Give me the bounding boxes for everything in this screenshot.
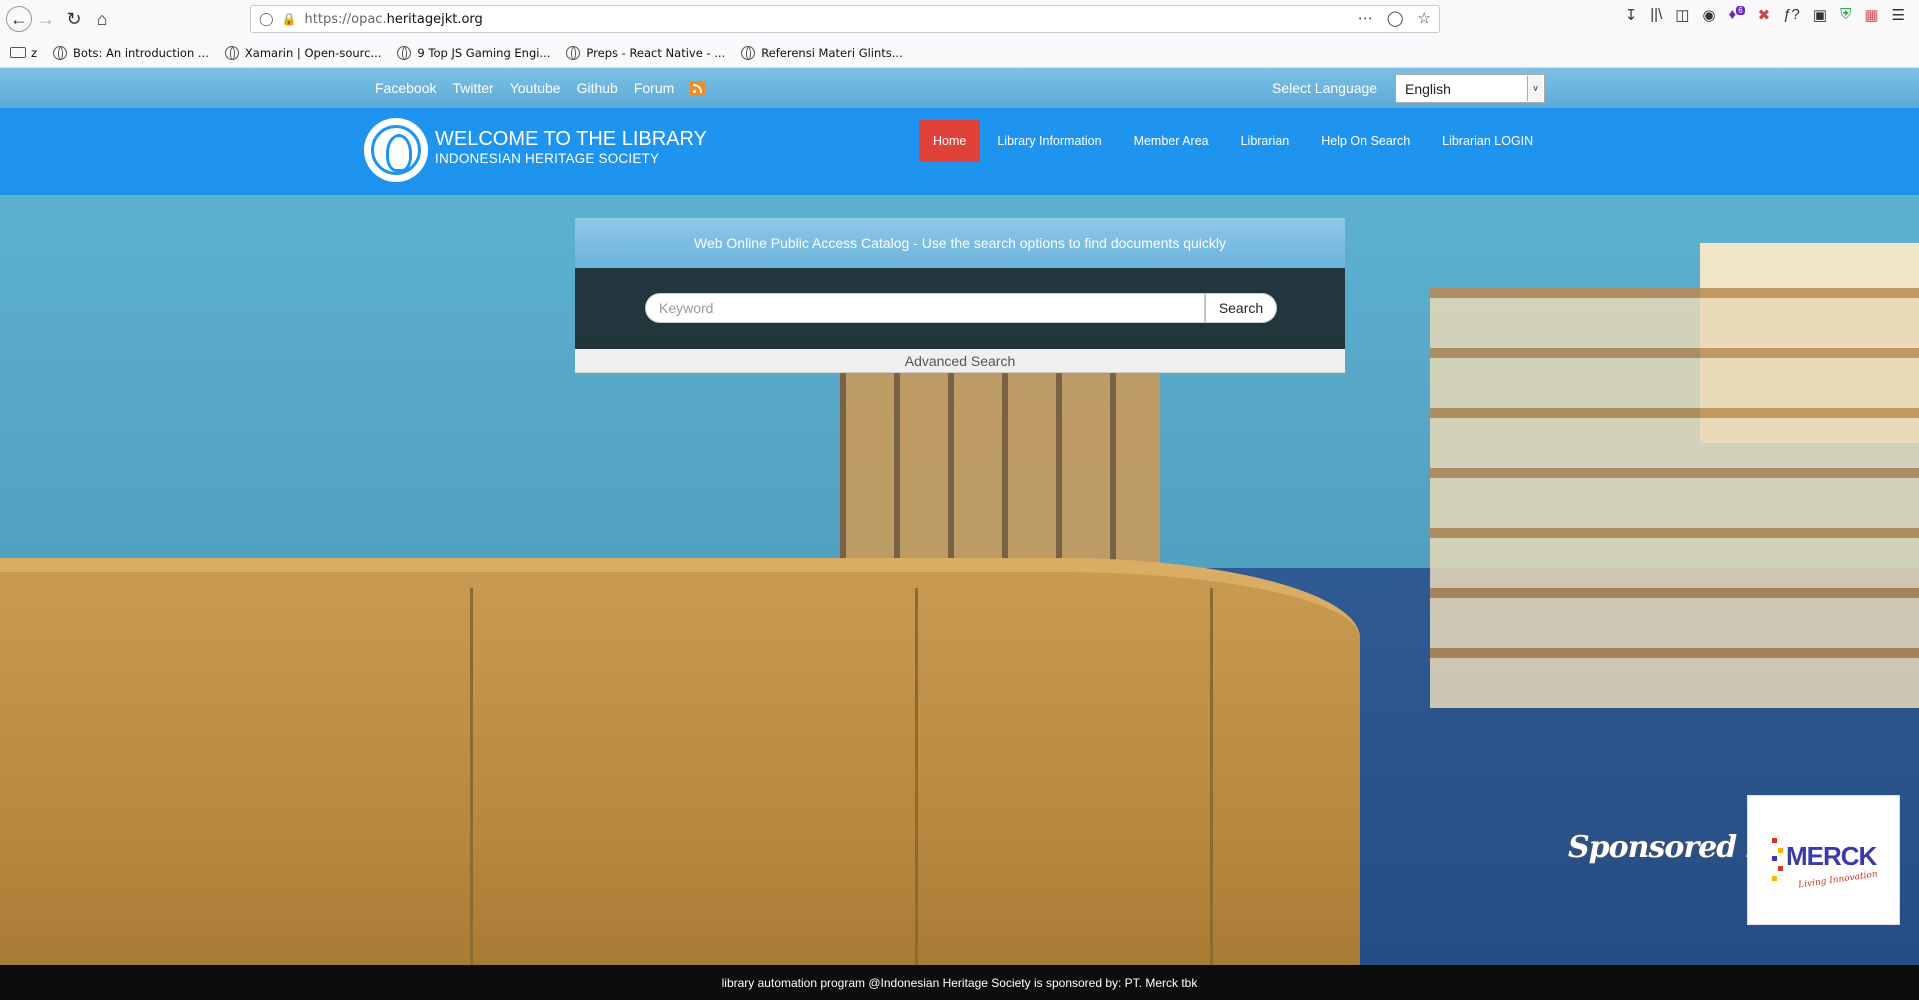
library-icon[interactable]: ||\	[1650, 6, 1662, 24]
globe-icon	[397, 45, 412, 60]
bookmark-item[interactable]: Preps - React Native - ...	[566, 45, 726, 60]
bookmark-label: Referensi Materi Glints...	[761, 45, 903, 60]
bookmark-label: 9 Top JS Gaming Engi...	[417, 45, 551, 60]
background-bookshelf	[1430, 288, 1919, 708]
desk-panel	[915, 588, 918, 968]
main-menu: Home Library Information Member Area Lib…	[919, 120, 1550, 162]
formula-icon[interactable]: ƒ?	[1783, 6, 1800, 24]
site-subtitle: INDONESIAN HERITAGE SOCIETY	[435, 151, 660, 166]
pocket-icon[interactable]: ◯	[1387, 9, 1404, 27]
catalog-heading: Web Online Public Access Catalog - Use t…	[575, 218, 1345, 268]
url-prefix: https://opac.	[304, 11, 387, 27]
bookmark-item[interactable]: Xamarin | Open-sourc...	[224, 45, 382, 60]
menu-librarian-login[interactable]: Librarian LOGIN	[1427, 120, 1548, 162]
chevron-down-icon[interactable]: ∨	[1527, 76, 1543, 101]
background-bookshelf	[840, 368, 1160, 588]
menu-home[interactable]: Home	[919, 120, 981, 162]
merck-mark-icon	[1772, 838, 1786, 888]
bookmark-label: Preps - React Native - ...	[586, 45, 726, 60]
page-footer: library automation program @Indonesian H…	[0, 965, 1919, 1000]
account-icon[interactable]: ◉	[1702, 6, 1715, 24]
extension-badge: 6	[1736, 6, 1745, 15]
lotus-emblem-icon	[371, 125, 421, 175]
bookmarks-bar: z Bots: An introduction ... Xamarin | Op…	[0, 38, 1919, 68]
calendar-icon[interactable]: ▦	[1864, 6, 1878, 24]
menu-help-on-search[interactable]: Help On Search	[1306, 120, 1425, 162]
shield-icon[interactable]: ◯	[259, 12, 274, 27]
page: Facebook Twitter Youtube Github Forum Se…	[0, 68, 1919, 1000]
catalog-search-panel: Web Online Public Access Catalog - Use t…	[575, 218, 1345, 373]
browser-toolbar: ← → ↻ ⌂ ◯ 🔒 https://opac.heritagejkt.org…	[0, 0, 1919, 38]
home-icon[interactable]: ⌂	[88, 5, 116, 33]
globe-icon	[566, 45, 581, 60]
desk-panel	[1210, 588, 1213, 968]
language-value: English	[1405, 80, 1451, 97]
merck-logo[interactable]: MERCK Living Innovation	[1747, 795, 1900, 925]
reload-icon[interactable]: ↻	[60, 5, 88, 33]
page-actions-icon[interactable]: ⋯	[1358, 9, 1373, 27]
puzzle-icon[interactable]: ✖	[1758, 6, 1771, 24]
shield-extension-icon[interactable]: ⛨	[1840, 6, 1851, 24]
bookmark-label: Xamarin | Open-sourc...	[244, 45, 382, 60]
url-bar[interactable]: ◯ 🔒 https://opac.heritagejkt.org ⋯ ◯ ☆	[250, 5, 1440, 33]
bookmark-folder-z[interactable]: z	[10, 46, 37, 60]
menu-library-information[interactable]: Library Information	[982, 120, 1116, 162]
language-select[interactable]: English ∨	[1395, 74, 1545, 103]
back-icon[interactable]: ←	[6, 6, 32, 32]
sidebar-icon[interactable]: ◫	[1675, 6, 1689, 24]
menu-librarian[interactable]: Librarian	[1226, 120, 1305, 162]
menu-icon[interactable]: ☰	[1892, 6, 1905, 24]
bookmark-item[interactable]: Referensi Materi Glints...	[741, 45, 903, 60]
site-header: WELCOME TO THE LIBRARY INDONESIAN HERITA…	[0, 108, 1919, 195]
url-text[interactable]: https://opac.heritagejkt.org	[305, 12, 483, 27]
desk-panel	[470, 588, 473, 968]
screenshot-icon[interactable]: ▣	[1813, 6, 1827, 24]
forum-link[interactable]: Forum	[634, 80, 674, 96]
background-desk	[0, 558, 1360, 978]
menu-member-area[interactable]: Member Area	[1119, 120, 1224, 162]
merck-wordmark: MERCK	[1786, 841, 1877, 871]
forward-icon[interactable]: →	[32, 5, 60, 33]
keyword-input[interactable]: Keyword	[645, 293, 1205, 323]
github-link[interactable]: Github	[577, 80, 618, 96]
bookmark-item[interactable]: Bots: An introduction ...	[53, 45, 209, 60]
globe-icon	[741, 45, 756, 60]
bookmark-item[interactable]: 9 Top JS Gaming Engi...	[397, 45, 551, 60]
heritage-logo[interactable]	[364, 118, 428, 182]
extension-icon[interactable]: ♦ 6	[1729, 6, 1745, 24]
bookmark-star-icon[interactable]: ☆	[1418, 9, 1431, 27]
facebook-link[interactable]: Facebook	[375, 80, 436, 96]
search-form: Keyword Search	[575, 268, 1345, 349]
rss-icon[interactable]	[690, 80, 706, 96]
advanced-search-link[interactable]: Advanced Search	[575, 349, 1345, 373]
twitter-link[interactable]: Twitter	[452, 80, 493, 96]
bookmark-label: Bots: An introduction ...	[73, 45, 209, 60]
language-label: Select Language	[1272, 80, 1378, 96]
search-button[interactable]: Search	[1205, 293, 1277, 323]
merck-tagline: Living Innovation	[1797, 869, 1879, 891]
youtube-link[interactable]: Youtube	[510, 80, 561, 96]
download-icon[interactable]: ↧	[1625, 6, 1638, 24]
site-title: WELCOME TO THE LIBRARY	[435, 128, 707, 150]
url-domain: heritagejkt.org	[386, 11, 483, 27]
folder-icon	[10, 47, 26, 58]
lock-icon[interactable]: 🔒	[282, 12, 297, 26]
bookmark-label: z	[31, 45, 38, 60]
social-bar: Facebook Twitter Youtube Github Forum Se…	[0, 68, 1919, 108]
globe-icon	[224, 45, 239, 60]
globe-icon	[53, 45, 68, 60]
